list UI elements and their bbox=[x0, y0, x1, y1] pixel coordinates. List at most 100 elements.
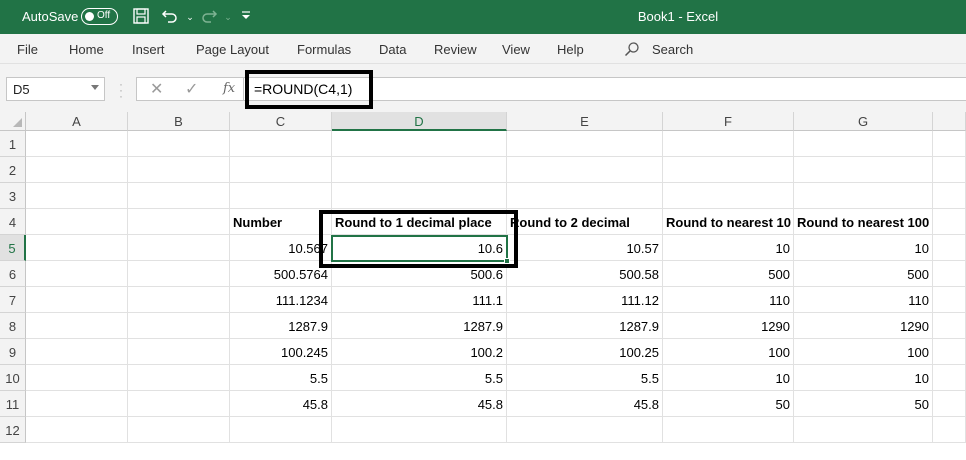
cell-f5[interactable]: 10 bbox=[663, 235, 794, 261]
column-header-f[interactable]: F bbox=[663, 112, 794, 131]
cell-g2[interactable] bbox=[794, 157, 933, 183]
cell-e8[interactable]: 1287.9 bbox=[507, 313, 663, 339]
row-header-11[interactable]: 11 bbox=[0, 391, 26, 417]
cell-g1[interactable] bbox=[794, 131, 933, 157]
cell-a10[interactable] bbox=[26, 365, 128, 391]
cell-h7[interactable] bbox=[933, 287, 966, 313]
cell-g4[interactable]: Round to nearest 100 bbox=[794, 209, 933, 235]
cell-h2[interactable] bbox=[933, 157, 966, 183]
search-label[interactable]: Search bbox=[652, 42, 693, 57]
cell-f6[interactable]: 500 bbox=[663, 261, 794, 287]
cell-e5[interactable]: 10.57 bbox=[507, 235, 663, 261]
cell-a2[interactable] bbox=[26, 157, 128, 183]
row-header-7[interactable]: 7 bbox=[0, 287, 26, 313]
cell-c6[interactable]: 500.5764 bbox=[230, 261, 332, 287]
cell-d7[interactable]: 111.1 bbox=[332, 287, 507, 313]
cell-c5[interactable]: 10.567 bbox=[230, 235, 332, 261]
cell-g7[interactable]: 110 bbox=[794, 287, 933, 313]
cell-c11[interactable]: 45.8 bbox=[230, 391, 332, 417]
row-header-9[interactable]: 9 bbox=[0, 339, 26, 365]
cell-b6[interactable] bbox=[128, 261, 230, 287]
cell-d11[interactable]: 45.8 bbox=[332, 391, 507, 417]
cell-a6[interactable] bbox=[26, 261, 128, 287]
cell-g5[interactable]: 10 bbox=[794, 235, 933, 261]
row-header-3[interactable]: 3 bbox=[0, 183, 26, 209]
row-header-6[interactable]: 6 bbox=[0, 261, 26, 287]
chevron-down-icon[interactable] bbox=[91, 85, 99, 90]
cell-f12[interactable] bbox=[663, 417, 794, 443]
cell-d12[interactable] bbox=[332, 417, 507, 443]
cell-h9[interactable] bbox=[933, 339, 966, 365]
cell-a12[interactable] bbox=[26, 417, 128, 443]
menu-view[interactable]: View bbox=[502, 42, 530, 57]
cell-f2[interactable] bbox=[663, 157, 794, 183]
cell-c2[interactable] bbox=[230, 157, 332, 183]
cell-f4[interactable]: Round to nearest 10 bbox=[663, 209, 794, 235]
cell-e3[interactable] bbox=[507, 183, 663, 209]
column-header-a[interactable]: A bbox=[26, 112, 128, 131]
cell-a5[interactable] bbox=[26, 235, 128, 261]
cell-g11[interactable]: 50 bbox=[794, 391, 933, 417]
menu-home[interactable]: Home bbox=[69, 42, 104, 57]
cell-d2[interactable] bbox=[332, 157, 507, 183]
cell-f10[interactable]: 10 bbox=[663, 365, 794, 391]
cell-b1[interactable] bbox=[128, 131, 230, 157]
cell-a11[interactable] bbox=[26, 391, 128, 417]
row-header-2[interactable]: 2 bbox=[0, 157, 26, 183]
cell-f11[interactable]: 50 bbox=[663, 391, 794, 417]
cell-f3[interactable] bbox=[663, 183, 794, 209]
name-box[interactable]: D5 bbox=[6, 77, 105, 101]
cell-e1[interactable] bbox=[507, 131, 663, 157]
cell-b2[interactable] bbox=[128, 157, 230, 183]
search-icon[interactable] bbox=[624, 41, 640, 57]
row-header-4[interactable]: 4 bbox=[0, 209, 26, 235]
cell-e6[interactable]: 500.58 bbox=[507, 261, 663, 287]
cell-f1[interactable] bbox=[663, 131, 794, 157]
cell-h8[interactable] bbox=[933, 313, 966, 339]
cell-a4[interactable] bbox=[26, 209, 128, 235]
column-header-h[interactable] bbox=[933, 112, 966, 131]
cell-c8[interactable]: 1287.9 bbox=[230, 313, 332, 339]
cell-h5[interactable] bbox=[933, 235, 966, 261]
column-header-c[interactable]: C bbox=[230, 112, 332, 131]
cell-f8[interactable]: 1290 bbox=[663, 313, 794, 339]
resize-dots-icon[interactable]: · · · bbox=[119, 78, 123, 102]
cell-d10[interactable]: 5.5 bbox=[332, 365, 507, 391]
cell-a1[interactable] bbox=[26, 131, 128, 157]
cell-c7[interactable]: 111.1234 bbox=[230, 287, 332, 313]
menu-data[interactable]: Data bbox=[379, 42, 406, 57]
cell-h10[interactable] bbox=[933, 365, 966, 391]
insert-function-button[interactable]: fx bbox=[223, 81, 235, 96]
cell-e2[interactable] bbox=[507, 157, 663, 183]
cell-e4[interactable]: Round to 2 decimal bbox=[507, 209, 663, 235]
cell-h6[interactable] bbox=[933, 261, 966, 287]
cell-h4[interactable] bbox=[933, 209, 966, 235]
cell-c9[interactable]: 100.245 bbox=[230, 339, 332, 365]
cell-d3[interactable] bbox=[332, 183, 507, 209]
cell-g6[interactable]: 500 bbox=[794, 261, 933, 287]
cell-e12[interactable] bbox=[507, 417, 663, 443]
cell-e7[interactable]: 111.12 bbox=[507, 287, 663, 313]
menu-review[interactable]: Review bbox=[434, 42, 477, 57]
menu-insert[interactable]: Insert bbox=[132, 42, 165, 57]
cell-c10[interactable]: 5.5 bbox=[230, 365, 332, 391]
cell-g8[interactable]: 1290 bbox=[794, 313, 933, 339]
cell-c4[interactable]: Number bbox=[230, 209, 332, 235]
cell-g3[interactable] bbox=[794, 183, 933, 209]
cell-d9[interactable]: 100.2 bbox=[332, 339, 507, 365]
cell-d8[interactable]: 1287.9 bbox=[332, 313, 507, 339]
cell-g10[interactable]: 10 bbox=[794, 365, 933, 391]
cell-a3[interactable] bbox=[26, 183, 128, 209]
cell-b5[interactable] bbox=[128, 235, 230, 261]
cell-h3[interactable] bbox=[933, 183, 966, 209]
cell-f7[interactable]: 110 bbox=[663, 287, 794, 313]
select-all-button[interactable] bbox=[0, 112, 26, 131]
cell-b3[interactable] bbox=[128, 183, 230, 209]
cell-b4[interactable] bbox=[128, 209, 230, 235]
menu-help[interactable]: Help bbox=[557, 42, 584, 57]
row-header-12[interactable]: 12 bbox=[0, 417, 26, 443]
cell-c12[interactable] bbox=[230, 417, 332, 443]
cell-e10[interactable]: 5.5 bbox=[507, 365, 663, 391]
cell-b10[interactable] bbox=[128, 365, 230, 391]
row-header-1[interactable]: 1 bbox=[0, 131, 26, 157]
